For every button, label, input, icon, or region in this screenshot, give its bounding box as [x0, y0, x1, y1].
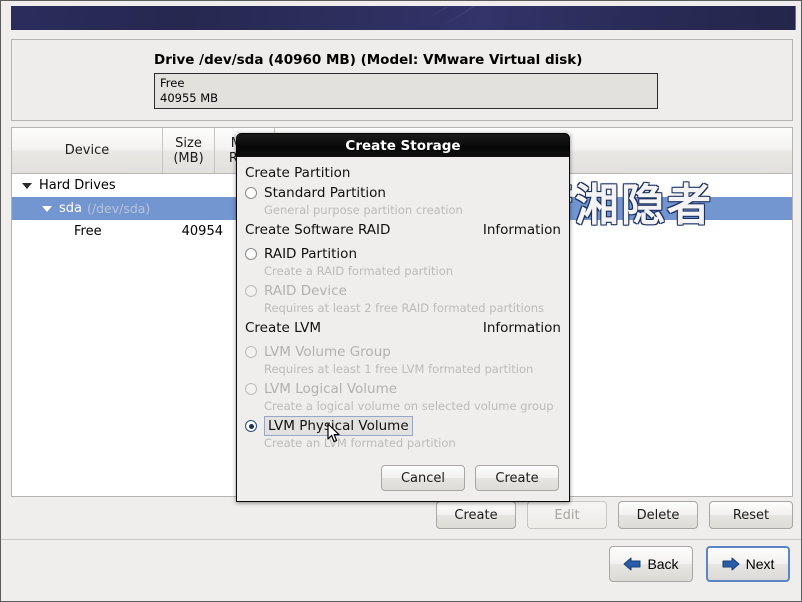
- banner-streak: [410, 6, 539, 12]
- radio-hint: Create a RAID formated partition: [264, 264, 454, 278]
- banner-streak: [426, 6, 538, 20]
- delete-button[interactable]: Delete: [618, 501, 698, 529]
- group-heading: Create Partition: [245, 165, 351, 181]
- group-header-create-partition: Create Partition: [245, 164, 561, 183]
- banner-streak: [440, 6, 544, 28]
- group-heading: Create Software RAID: [245, 222, 391, 238]
- triangle-down-icon[interactable]: [22, 182, 32, 189]
- radio-option-lvm-volume-group: LVM Volume Group: [245, 343, 561, 361]
- header-banner: [1, 1, 801, 34]
- drive-title: Drive /dev/sda (40960 MB) (Model: VMware…: [154, 52, 583, 68]
- group-heading: Create LVM: [245, 320, 322, 336]
- dialog-body: Create Partition Standard Partition Gene…: [236, 157, 570, 502]
- drive-segment-label: Free: [160, 76, 185, 90]
- row-device-cell: Hard Drives: [22, 178, 173, 193]
- radio-label: LVM Volume Group: [264, 344, 391, 360]
- radio-hint: Create a logical volume on selected volu…: [264, 399, 554, 413]
- column-header-size[interactable]: Size (MB): [163, 128, 215, 173]
- group-header-create-lvm: Create LVM Information: [245, 319, 561, 338]
- back-button-label: Back: [647, 556, 679, 572]
- radio-hint: Requires at least 2 free RAID formated p…: [264, 301, 545, 315]
- triangle-down-icon[interactable]: [42, 205, 52, 212]
- edit-button: Edit: [527, 501, 607, 529]
- dialog-create-button[interactable]: Create: [475, 465, 559, 491]
- drive-overview-panel: Drive /dev/sda (40960 MB) (Model: VMware…: [11, 39, 793, 121]
- reset-button[interactable]: Reset: [709, 501, 793, 529]
- column-header-size-line2: (MB): [173, 150, 204, 166]
- radio-icon[interactable]: [245, 187, 257, 199]
- nav-divider: [1, 539, 801, 540]
- row-device-label: Hard Drives: [39, 178, 116, 193]
- group-header-create-software-raid: Create Software RAID Information: [245, 221, 561, 240]
- radio-label: LVM Physical Volume: [264, 416, 413, 436]
- installer-window: Drive /dev/sda (40960 MB) (Model: VMware…: [0, 0, 802, 602]
- drive-free-segment[interactable]: Free 40955 MB: [154, 73, 658, 109]
- radio-option-standard-partition[interactable]: Standard Partition: [245, 184, 561, 202]
- column-header-size-line1: Size: [175, 135, 202, 151]
- radio-hint: General purpose partition creation: [264, 203, 463, 217]
- drive-segment-size: 40955 MB: [160, 91, 219, 105]
- row-size-cell: 40954: [181, 224, 223, 239]
- group-information-link[interactable]: Information: [483, 319, 561, 338]
- row-device-path: (/dev/sda): [87, 201, 151, 216]
- radio-label: Standard Partition: [264, 185, 386, 201]
- row-device-label: Free: [74, 224, 102, 239]
- radio-option-lvm-physical-volume[interactable]: LVM Physical Volume: [245, 416, 561, 436]
- create-storage-dialog: Create Storage Create Partition Standard…: [236, 133, 570, 502]
- arrow-right-icon: [722, 557, 740, 571]
- create-button[interactable]: Create: [436, 501, 516, 529]
- radio-label: RAID Device: [264, 283, 347, 299]
- dialog-buttons: Cancel Create: [245, 465, 561, 491]
- row-device-label: sda: [59, 201, 82, 216]
- dialog-title: Create Storage: [236, 133, 570, 157]
- radio-option-lvm-logical-volume: LVM Logical Volume: [245, 380, 561, 398]
- arrow-left-icon: [623, 557, 641, 571]
- wizard-nav: Back Next: [1, 546, 801, 592]
- radio-label: LVM Logical Volume: [264, 381, 398, 397]
- radio-label: RAID Partition: [264, 246, 357, 262]
- radio-icon[interactable]: [245, 248, 257, 260]
- cancel-button[interactable]: Cancel: [381, 465, 465, 491]
- radio-option-raid-device: RAID Device: [245, 282, 561, 300]
- radio-icon: [245, 285, 257, 297]
- radio-hint: Create an LVM formated partition: [264, 436, 456, 450]
- radio-hint: Requires at least 1 free LVM formated pa…: [264, 362, 534, 376]
- back-button[interactable]: Back: [609, 546, 693, 582]
- storage-action-buttons: Create Edit Delete Reset: [11, 501, 793, 531]
- column-header-device[interactable]: Device: [12, 128, 163, 173]
- next-button-label: Next: [745, 556, 775, 572]
- row-device-cell: Free: [74, 224, 173, 239]
- next-button[interactable]: Next: [706, 546, 790, 582]
- radio-icon: [245, 346, 257, 358]
- group-information-link[interactable]: Information: [483, 221, 561, 240]
- radio-icon: [245, 383, 257, 395]
- radio-icon[interactable]: [245, 420, 257, 432]
- banner-graphic: [11, 6, 796, 30]
- radio-option-raid-partition[interactable]: RAID Partition: [245, 245, 561, 263]
- row-device-cell: sda (/dev/sda): [42, 201, 173, 216]
